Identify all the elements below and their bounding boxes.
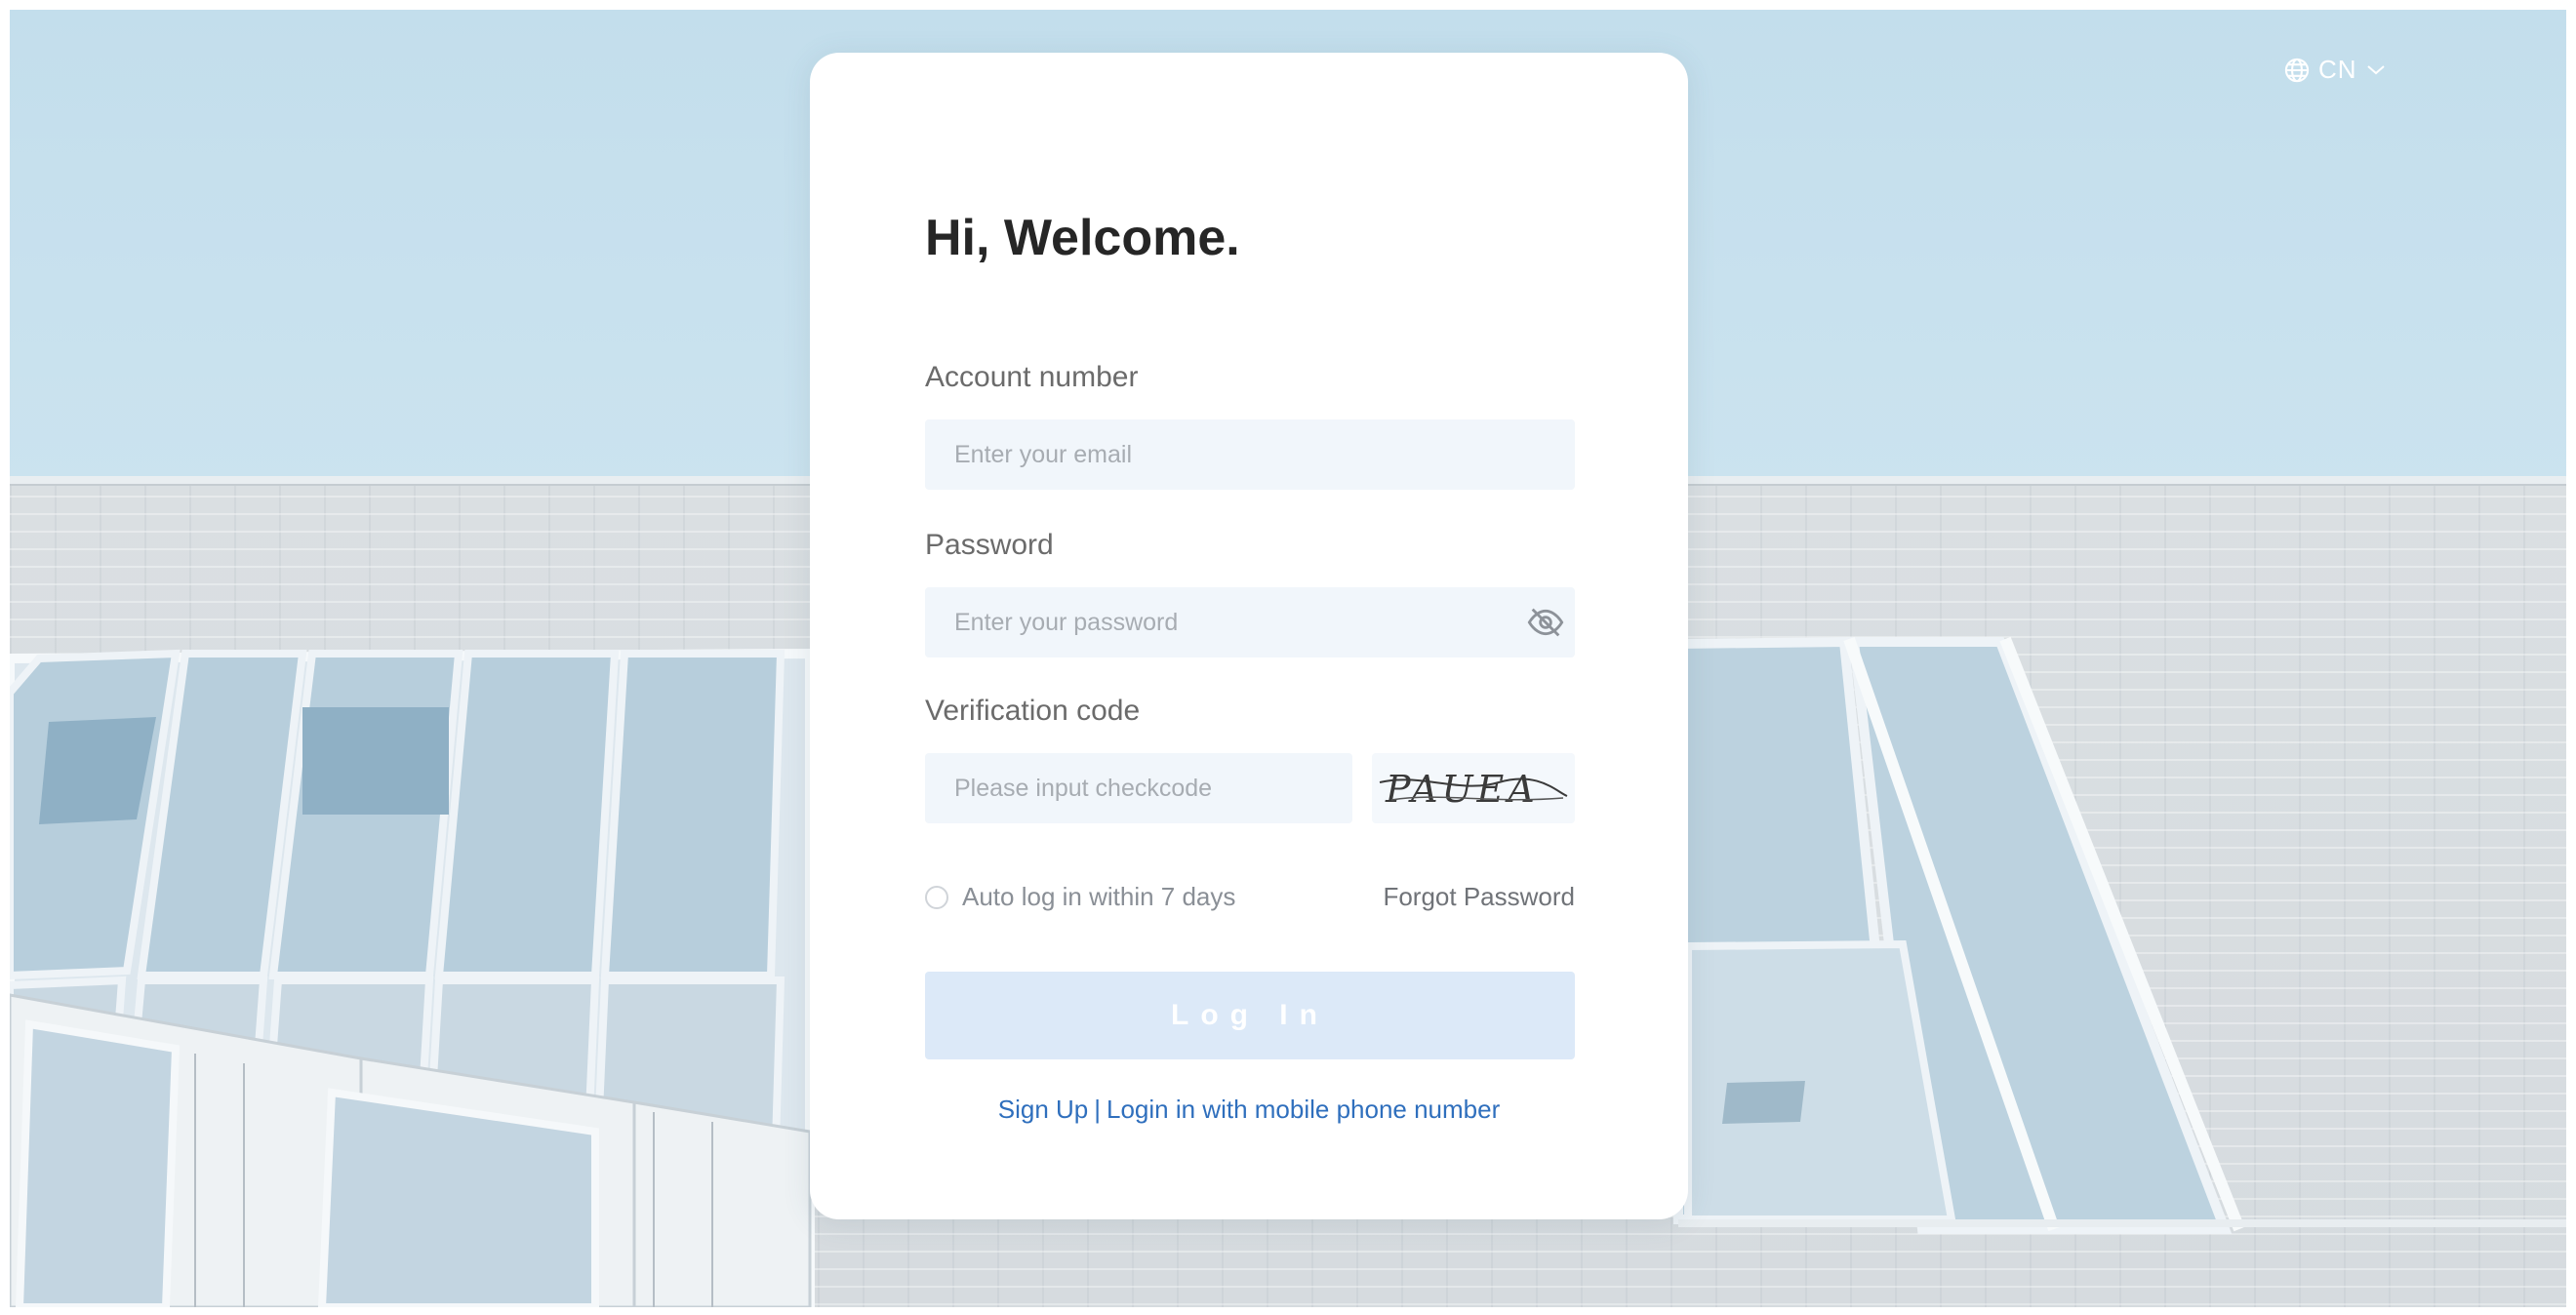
forgot-password-link[interactable]: Forgot Password [1383, 882, 1575, 912]
account-input[interactable] [925, 419, 1575, 490]
captcha-text: PAUEA [1385, 768, 1539, 811]
mobile-login-link[interactable]: Login in with mobile phone number [1107, 1095, 1500, 1124]
verification-label: Verification code [925, 695, 1141, 727]
verification-input[interactable] [925, 753, 1352, 823]
link-separator: | [1094, 1095, 1101, 1124]
welcome-title: Hi, Welcome. [925, 210, 1240, 266]
eye-off-icon[interactable] [1526, 603, 1565, 642]
sign-up-link[interactable]: Sign Up [998, 1095, 1089, 1124]
chevron-down-icon [2365, 63, 2387, 77]
auto-login-checkbox[interactable]: Auto log in within 7 days [925, 882, 1235, 912]
password-label: Password [925, 529, 1054, 561]
auto-login-radio[interactable] [925, 885, 948, 909]
login-button[interactable]: Log In [925, 972, 1575, 1059]
language-label: CN [2318, 55, 2357, 84]
captcha-drawing: PAUEA [1379, 768, 1568, 811]
auto-login-label: Auto log in within 7 days [962, 882, 1236, 911]
captcha-image[interactable]: PAUEA [1372, 753, 1575, 823]
login-card: Hi, Welcome. Account number Password Ver… [810, 53, 1688, 1219]
account-label: Account number [925, 361, 1139, 393]
globe-icon [2283, 57, 2311, 84]
language-switch[interactable]: CN [2283, 55, 2387, 85]
login-page: CN Hi, Welcome. Account number Password … [10, 10, 2566, 1307]
password-input[interactable] [925, 587, 1575, 658]
bottom-links: Sign Up | Login in with mobile phone numbe… [810, 1095, 1688, 1125]
